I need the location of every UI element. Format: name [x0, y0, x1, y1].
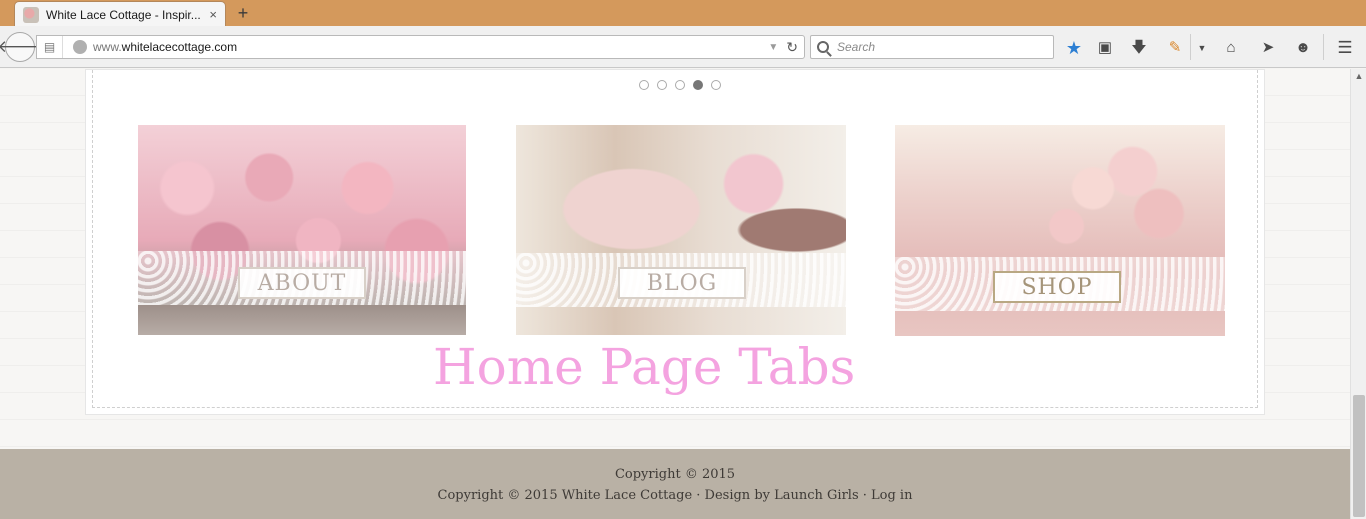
tab-strip: White Lace Cottage - Inspir... × +	[0, 0, 1366, 27]
bookmarks-menu-icon[interactable]: ▣	[1095, 38, 1115, 58]
home-page-tabs-watermark: Home Page Tabs	[433, 338, 856, 396]
send-icon[interactable]: ➤	[1258, 38, 1278, 58]
shop-tab-tile[interactable]: SHOP	[895, 125, 1225, 336]
browser-tab[interactable]: White Lace Cottage - Inspir... ×	[14, 1, 226, 27]
shop-label: SHOP	[993, 271, 1121, 303]
slider-dot[interactable]	[639, 80, 649, 90]
search-icon	[817, 41, 829, 53]
slider-pagination	[639, 80, 721, 90]
url-bar[interactable]: ▤ www.whitelacecottage.com ▼ ↻	[36, 35, 805, 59]
back-button[interactable]: 🡐	[0, 32, 43, 62]
site-favicon-icon	[23, 6, 39, 23]
history-button[interactable]: ▤	[37, 36, 63, 58]
search-input[interactable]: Search	[810, 35, 1054, 59]
url-text[interactable]: www.whitelacecottage.com	[93, 40, 768, 54]
slider-dot[interactable]	[657, 80, 667, 90]
search-placeholder: Search	[837, 40, 876, 54]
toolbar-separator	[1190, 34, 1191, 60]
new-tab-button[interactable]: +	[233, 3, 253, 23]
slider-dot[interactable]	[711, 80, 721, 90]
scroll-up-icon[interactable]: ▲	[1351, 71, 1366, 85]
tab-title: White Lace Cottage - Inspir...	[46, 7, 201, 22]
pencil-icon[interactable]: ✎	[1165, 38, 1185, 58]
content-card: ABOUT BLOG SHOP Home Page Tabs	[85, 69, 1265, 415]
chat-icon[interactable]: ☻	[1293, 38, 1313, 58]
site-footer: Copyright © 2015 Copyright © 2015 White …	[0, 449, 1350, 519]
blog-label: BLOG	[618, 267, 746, 299]
sidebar-icon: ▤	[43, 40, 56, 54]
bookmark-star-icon[interactable]: ★	[1064, 38, 1084, 58]
blog-tab-tile[interactable]: BLOG	[516, 125, 846, 335]
vertical-scrollbar[interactable]: ▲	[1350, 69, 1366, 519]
slider-dot[interactable]	[675, 80, 685, 90]
page-viewport: ABOUT BLOG SHOP Home Page Tabs Copyright…	[0, 69, 1350, 519]
toolbar-separator	[1323, 34, 1324, 60]
about-label: ABOUT	[238, 267, 366, 299]
close-tab-icon[interactable]: ×	[209, 7, 217, 22]
scrollbar-thumb[interactable]	[1353, 395, 1365, 517]
footer-credits: Copyright © 2015 White Lace Cottage · De…	[437, 488, 913, 503]
url-history-dropdown-icon[interactable]: ▼	[768, 42, 778, 53]
menu-icon[interactable]: ☰	[1335, 38, 1355, 58]
content-frame: ABOUT BLOG SHOP Home Page Tabs	[92, 70, 1258, 408]
downloads-icon[interactable]: 🡇	[1129, 38, 1149, 58]
about-tab-tile[interactable]: ABOUT	[138, 125, 466, 335]
globe-icon	[73, 40, 87, 54]
reload-icon[interactable]: ↻	[786, 39, 798, 56]
footer-copyright: Copyright © 2015	[614, 467, 736, 482]
navigation-toolbar: 🡐 ▤ www.whitelacecottage.com ▼ ↻ Search …	[0, 26, 1366, 68]
home-icon[interactable]: ⌂	[1221, 38, 1241, 58]
slider-dot[interactable]	[693, 80, 703, 90]
pencil-dropdown-icon[interactable]: ▼	[1192, 38, 1212, 58]
